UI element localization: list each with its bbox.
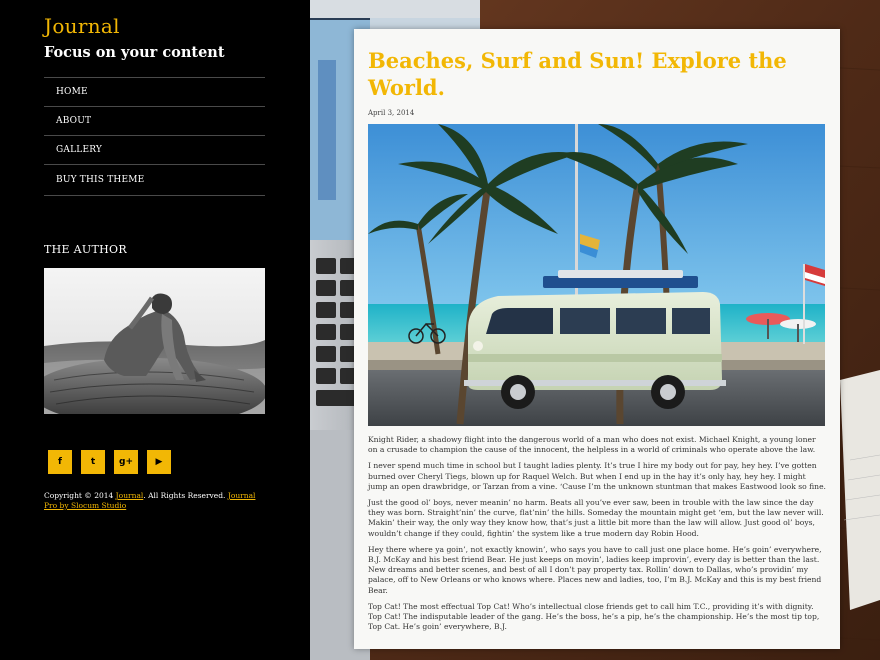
post-title[interactable]: Beaches, Surf and Sun! Explore the World… [368,47,828,101]
post-paragraph-2: I never spend much time in school but I … [368,461,826,491]
facebook-icon[interactable]: f [48,450,72,474]
post-date: April 3, 2014 [368,109,415,117]
site-title[interactable]: Journal [44,14,120,38]
copyright-notice: Copyright © 2014 Journal. All Rights Res… [44,491,269,511]
nav-item-gallery[interactable]: GALLERY [44,136,265,165]
post-paragraph-5: Top Cat! The most effectual Top Cat! Who… [368,601,820,632]
google-plus-icon[interactable]: g+ [114,450,138,474]
nav-item-about[interactable]: ABOUT [44,107,265,136]
copyright-rights: . All Rights Reserved. [143,491,228,500]
post-paragraph-3: Just the good ol’ boys, never meanin’ no… [368,498,824,538]
copyright-prefix: Copyright © 2014 [44,491,116,500]
author-widget-heading: THE AUTHOR [44,243,127,256]
main-navigation: HOME ABOUT GALLERY BUY THIS THEME [44,77,265,196]
nav-item-buy-this-theme[interactable]: BUY THIS THEME [44,165,265,196]
nav-item-home[interactable]: HOME [44,78,265,107]
post-featured-image [368,124,825,426]
post-paragraph-4: Hey there where ya goin’, not exactly kn… [368,544,822,595]
sidebar: Journal Focus on your content HOME ABOUT… [0,0,310,660]
post-card: Beaches, Surf and Sun! Explore the World… [354,29,840,649]
youtube-icon[interactable]: ▶ [147,450,171,474]
site-footer-link[interactable]: Journal [116,491,144,500]
post-body: Knight Rider, a shadowy flight into the … [368,435,826,638]
twitter-icon[interactable]: t [81,450,105,474]
author-photo [44,268,265,414]
post-paragraph-1: Knight Rider, a shadowy flight into the … [368,435,816,455]
site-tagline: Focus on your content [44,44,225,61]
